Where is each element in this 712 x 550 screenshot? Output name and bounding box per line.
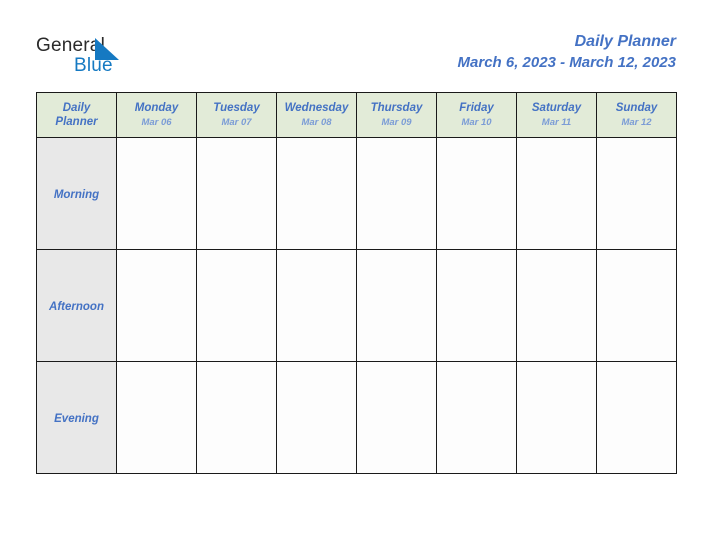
slot-evening-tuesday[interactable]: [196, 361, 277, 474]
day-name-label: Monday: [134, 101, 179, 114]
day-header-saturday: Saturday Mar 11: [516, 92, 597, 138]
table-row-afternoon: Afternoon: [36, 249, 677, 362]
slot-morning-sunday[interactable]: [596, 137, 677, 250]
period-label-morning: Morning: [36, 137, 117, 250]
slot-evening-wednesday[interactable]: [276, 361, 357, 474]
day-date-label: Mar 12: [621, 116, 652, 128]
period-label-text: Evening: [54, 412, 99, 425]
day-header-tuesday: Tuesday Mar 07: [196, 92, 277, 138]
slot-evening-sunday[interactable]: [596, 361, 677, 474]
day-header-thursday: Thursday Mar 09: [356, 92, 437, 138]
corner-header-cell: Daily Planner: [36, 92, 117, 138]
brand-name-blue: Blue: [74, 55, 113, 76]
slot-morning-thursday[interactable]: [356, 137, 437, 250]
day-header-monday: Monday Mar 06: [116, 92, 197, 138]
day-header-sunday: Sunday Mar 12: [596, 92, 677, 138]
slot-morning-tuesday[interactable]: [196, 137, 277, 250]
day-header-friday: Friday Mar 10: [436, 92, 517, 138]
slot-afternoon-sunday[interactable]: [596, 249, 677, 362]
brand-logo[interactable]: General Blue: [36, 36, 196, 84]
slot-afternoon-thursday[interactable]: [356, 249, 437, 362]
page-title: Daily Planner: [574, 33, 676, 50]
slot-afternoon-monday[interactable]: [116, 249, 197, 362]
corner-label-line2: Planner: [55, 116, 98, 128]
slot-afternoon-friday[interactable]: [436, 249, 517, 362]
slot-evening-thursday[interactable]: [356, 361, 437, 474]
period-label-text: Afternoon: [49, 300, 104, 313]
day-name-label: Saturday: [531, 101, 582, 114]
slot-afternoon-tuesday[interactable]: [196, 249, 277, 362]
slot-evening-saturday[interactable]: [516, 361, 597, 474]
slot-morning-wednesday[interactable]: [276, 137, 357, 250]
day-date-label: Mar 07: [221, 116, 252, 128]
day-name-label: Friday: [459, 101, 494, 114]
weekly-planner-table: Daily Planner Monday Mar 06 Tuesday Mar …: [36, 92, 677, 474]
corner-label-line1: Daily: [62, 102, 91, 114]
day-date-label: Mar 10: [461, 116, 492, 128]
date-range-label: March 6, 2023 - March 12, 2023: [457, 54, 676, 71]
slot-evening-monday[interactable]: [116, 361, 197, 474]
day-name-label: Tuesday: [213, 101, 260, 114]
day-date-label: Mar 08: [301, 116, 332, 128]
slot-morning-saturday[interactable]: [516, 137, 597, 250]
slot-morning-friday[interactable]: [436, 137, 517, 250]
table-row-evening: Evening: [36, 361, 677, 474]
day-name-label: Thursday: [370, 101, 423, 114]
period-label-afternoon: Afternoon: [36, 249, 117, 362]
slot-afternoon-saturday[interactable]: [516, 249, 597, 362]
title-block: Daily Planner March 6, 2023 - March 12, …: [458, 32, 676, 74]
day-date-label: Mar 06: [141, 116, 172, 128]
slot-evening-friday[interactable]: [436, 361, 517, 474]
slot-afternoon-wednesday[interactable]: [276, 249, 357, 362]
day-date-label: Mar 09: [381, 116, 412, 128]
table-header-row: Daily Planner Monday Mar 06 Tuesday Mar …: [36, 92, 677, 138]
period-label-text: Morning: [53, 188, 100, 201]
day-name-label: Sunday: [615, 101, 658, 114]
day-header-wednesday: Wednesday Mar 08: [276, 92, 357, 138]
page-header: General Blue Daily Planner March 6, 2023…: [0, 0, 712, 88]
table-row-morning: Morning: [36, 137, 677, 250]
slot-morning-monday[interactable]: [116, 137, 197, 250]
period-label-evening: Evening: [36, 361, 117, 474]
day-date-label: Mar 11: [541, 116, 572, 128]
day-name-label: Wednesday: [284, 101, 349, 114]
